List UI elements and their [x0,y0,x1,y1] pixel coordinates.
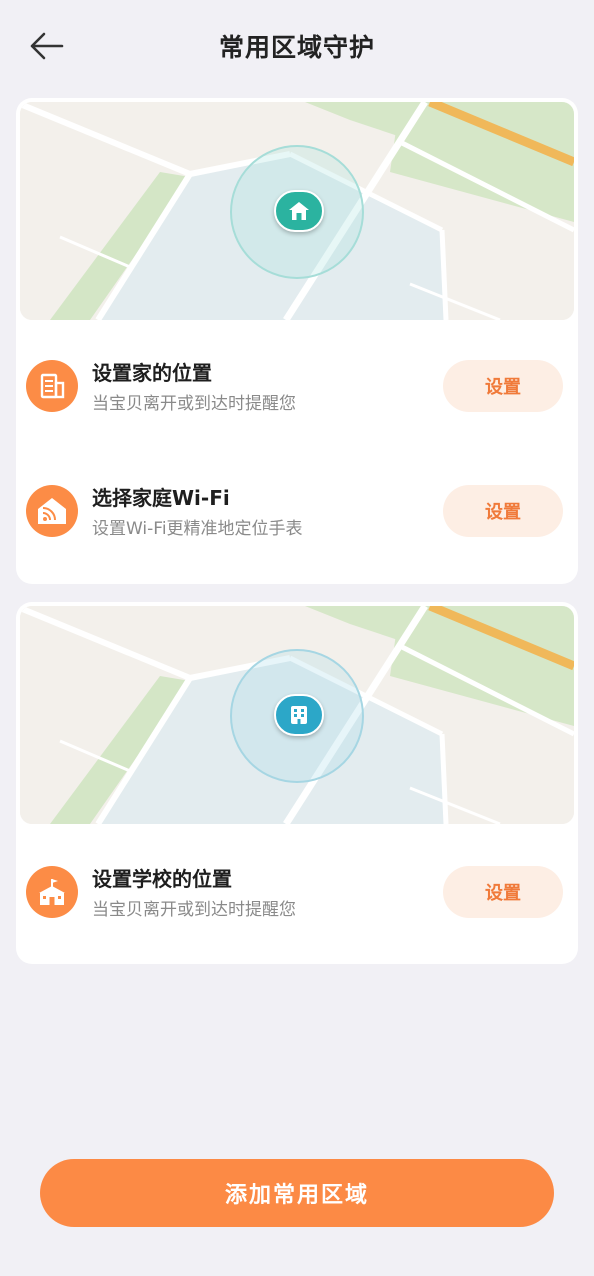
row-subtitle: 当宝贝离开或到达时提醒您 [92,394,296,414]
page-title: 常用区域守护 [218,33,375,62]
row-title: 选择家庭Wi-Fi [92,486,230,510]
row-title: 设置家的位置 [92,361,212,385]
add-common-area-button[interactable]: 添加常用区域 [40,1159,554,1227]
school-map[interactable] [20,606,574,824]
home-icon [289,202,309,220]
school-area-card: 设置学校的位置 当宝贝离开或到达时提醒您 设置 [16,602,578,964]
home-location-marker [274,190,324,232]
select-home-wifi-row: 选择家庭Wi-Fi 设置Wi-Fi更精准地定位手表 设置 [16,471,578,551]
row-title: 设置学校的位置 [92,867,232,891]
row-subtitle: 设置Wi-Fi更精准地定位手表 [92,519,303,539]
building-icon [26,360,78,412]
home-area-card: 设置家的位置 当宝贝离开或到达时提醒您 设置 选择家庭Wi-Fi 设置Wi-Fi… [16,98,578,584]
set-home-location-row: 设置家的位置 当宝贝离开或到达时提醒您 设置 [16,346,578,426]
school-location-marker [274,694,324,736]
set-school-location-button[interactable]: 设置 [443,866,563,918]
screen: 常用区域守护 设置家的位置 当宝贝离开或到达时提醒您 设置 选择家庭Wi-Fi … [0,0,594,1276]
set-home-wifi-button[interactable]: 设置 [443,485,563,537]
header: 常用区域守护 [0,0,594,92]
set-home-location-button[interactable]: 设置 [443,360,563,412]
school-building-icon [291,706,307,724]
home-wifi-icon [26,485,78,537]
row-subtitle: 当宝贝离开或到达时提醒您 [92,900,296,920]
home-map[interactable] [20,102,574,320]
school-icon [26,866,78,918]
set-school-location-row: 设置学校的位置 当宝贝离开或到达时提醒您 设置 [16,852,578,932]
